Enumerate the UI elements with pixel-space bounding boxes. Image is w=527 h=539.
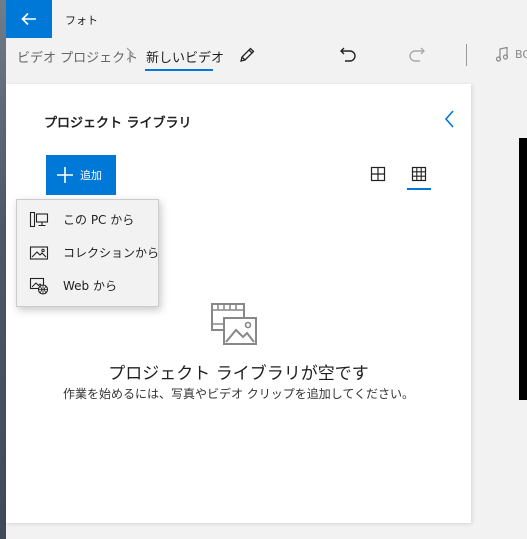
arrow-left-icon [21, 12, 36, 26]
breadcrumb-active-indicator [145, 69, 213, 71]
breadcrumb-current-video[interactable]: 新しいビデオ [146, 47, 224, 66]
add-button[interactable]: 追加 [46, 155, 116, 195]
empty-library-subtitle: 作業を始めるには、写真やビデオ クリップを追加してください。 [62, 387, 415, 401]
app-title: フォト [65, 14, 98, 27]
background-music-label[interactable]: BGM [515, 48, 527, 61]
view-active-indicator [407, 188, 431, 190]
empty-library-icon [211, 303, 257, 345]
back-button[interactable] [6, 0, 52, 38]
web-icon [29, 277, 49, 295]
small-grid-view-icon[interactable] [411, 166, 427, 182]
add-button-label: 追加 [80, 169, 102, 182]
title-bar: フォト [6, 0, 527, 38]
pc-icon [29, 211, 49, 227]
chevron-right-icon [126, 47, 134, 61]
command-bar: ビデオ プロジェクト 新しいビデオ BGM [6, 38, 527, 82]
photos-app-window: フォト ビデオ プロジェクト 新しいビデオ BGM プロジェクト ライブラリ [6, 0, 527, 539]
large-grid-view-icon[interactable] [370, 166, 386, 182]
menu-item-from-pc[interactable]: この PC から [17, 203, 158, 236]
menu-item-label: この PC から [63, 213, 135, 227]
plus-icon [57, 167, 73, 183]
music-note-icon[interactable] [495, 46, 509, 62]
empty-library-title: プロジェクト ライブラリが空です [108, 364, 369, 384]
breadcrumb-video-project[interactable]: ビデオ プロジェクト [17, 47, 138, 66]
menu-item-label: コレクションから [63, 246, 160, 260]
menu-item-from-collection[interactable]: コレクションから [17, 236, 160, 269]
menu-item-label: Web から [63, 279, 117, 293]
project-library-title: プロジェクト ライブラリ [44, 116, 192, 131]
add-source-menu: この PC から コレクションから Web から [16, 199, 159, 307]
redo-icon[interactable] [408, 45, 426, 63]
video-preview [519, 138, 527, 400]
collection-icon [29, 245, 49, 260]
pencil-icon[interactable] [238, 46, 256, 64]
toolbar-divider [466, 44, 467, 66]
chevron-left-icon[interactable] [443, 109, 457, 129]
undo-icon[interactable] [339, 45, 357, 63]
menu-item-from-web[interactable]: Web から [17, 269, 158, 302]
